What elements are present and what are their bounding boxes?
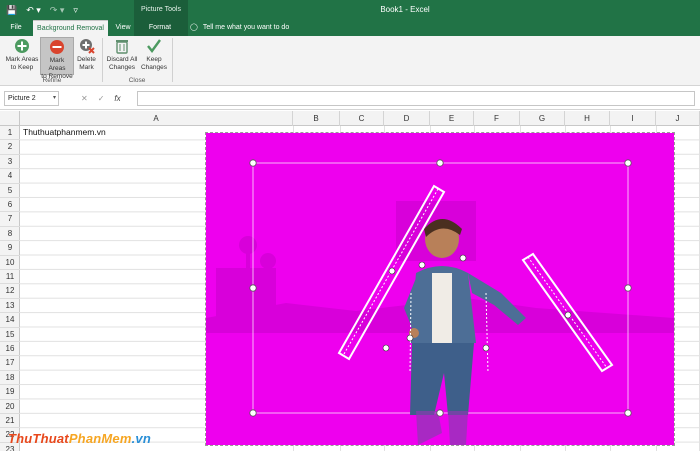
tell-me-box[interactable]: ◯ Tell me what you want to do bbox=[190, 20, 289, 36]
row-header-19[interactable]: 19 bbox=[0, 385, 20, 400]
row-header-5[interactable]: 5 bbox=[0, 184, 20, 198]
delete-mark-button[interactable]: Delete Mark bbox=[75, 37, 98, 75]
row-header-16[interactable]: 16 bbox=[0, 342, 20, 357]
minus-icon bbox=[49, 39, 65, 55]
row-header-14[interactable]: 14 bbox=[0, 313, 20, 328]
ribbon-tabs: File Background Removal View Format ◯ Te… bbox=[0, 20, 700, 36]
selected-picture[interactable] bbox=[205, 132, 675, 446]
column-headers: A B C D E F G H I J bbox=[0, 111, 700, 126]
row-header-15[interactable]: 15 bbox=[0, 328, 20, 342]
mark-areas-to-keep-button[interactable]: Mark Areas to Keep bbox=[4, 37, 40, 75]
row-header-18[interactable]: 18 bbox=[0, 371, 20, 386]
name-box[interactable]: Picture 2 ▾ bbox=[4, 91, 59, 106]
row-header-10[interactable]: 10 bbox=[0, 256, 20, 270]
column-header-d[interactable]: D bbox=[384, 111, 430, 126]
tab-file[interactable]: File bbox=[4, 20, 28, 36]
formula-bar: Picture 2 ▾ ✕ ✓ fx bbox=[0, 87, 700, 110]
column-header-g[interactable]: G bbox=[520, 111, 565, 126]
formula-input[interactable] bbox=[137, 91, 695, 106]
picture-canvas bbox=[206, 159, 674, 445]
row-header-12[interactable]: 12 bbox=[0, 284, 20, 299]
refine-group-label: Refine bbox=[42, 77, 62, 84]
group-divider bbox=[102, 38, 103, 82]
row-header-4[interactable]: 4 bbox=[0, 169, 20, 184]
delete-mark-icon bbox=[79, 38, 95, 54]
row-header-13[interactable]: 13 bbox=[0, 299, 20, 314]
cell-a1[interactable]: Thuthuatphanmem.vn bbox=[23, 127, 106, 137]
row-header-8[interactable]: 8 bbox=[0, 227, 20, 242]
column-header-h[interactable]: H bbox=[565, 111, 610, 126]
row-header-20[interactable]: 20 bbox=[0, 400, 20, 414]
tab-view[interactable]: View bbox=[110, 20, 136, 36]
row-header-3[interactable]: 3 bbox=[0, 155, 20, 170]
row-header-1[interactable]: 1 bbox=[0, 126, 20, 141]
keep-changes-button[interactable]: Keep Changes bbox=[139, 37, 169, 75]
checkmark-icon bbox=[146, 38, 162, 54]
row-header-21[interactable]: 21 bbox=[0, 414, 20, 429]
close-group-label: Close bbox=[128, 77, 146, 84]
insert-function-icon[interactable]: fx bbox=[114, 94, 120, 103]
chevron-down-icon[interactable]: ▾ bbox=[53, 92, 56, 105]
row-headers: 1 2 3 4 5 6 7 8 9 10 11 12 13 14 15 16 17 18 19 20 21 22 23 bbox=[0, 126, 20, 451]
row-header-11[interactable]: 11 bbox=[0, 270, 20, 285]
cancel-icon[interactable]: ✕ bbox=[81, 94, 88, 103]
enter-icon[interactable]: ✓ bbox=[98, 94, 105, 103]
row-header-6[interactable]: 6 bbox=[0, 198, 20, 213]
title-bar: 💾 ↶ ▾ ↷ ▾ ▿ Picture Tools Book1 - Excel bbox=[0, 0, 700, 20]
mark-areas-to-remove-button[interactable]: Mark Areas to Remove bbox=[40, 37, 74, 80]
plus-icon bbox=[14, 38, 30, 54]
row-header-17[interactable]: 17 bbox=[0, 356, 20, 371]
column-header-f[interactable]: F bbox=[474, 111, 520, 126]
tab-format[interactable]: Format bbox=[140, 20, 180, 36]
select-all-corner[interactable] bbox=[0, 111, 20, 126]
column-header-c[interactable]: C bbox=[340, 111, 384, 126]
row-header-9[interactable]: 9 bbox=[0, 241, 20, 256]
group-divider bbox=[172, 38, 173, 82]
trash-icon bbox=[114, 38, 130, 54]
ribbon: Mark Areas to Keep Mark Areas to Remove … bbox=[0, 36, 700, 86]
discard-all-changes-button[interactable]: Discard All Changes bbox=[105, 37, 139, 75]
tab-background-removal[interactable]: Background Removal bbox=[33, 20, 108, 36]
watermark-logo: ThuThuatPhanMem.vn bbox=[8, 431, 152, 446]
tell-me-text: Tell me what you want to do bbox=[202, 24, 290, 31]
column-header-j[interactable]: J bbox=[656, 111, 700, 126]
lightbulb-icon: ◯ bbox=[190, 24, 198, 31]
formula-buttons: ✕ ✓ fx bbox=[76, 91, 136, 106]
column-header-a[interactable]: A bbox=[20, 111, 293, 126]
column-header-e[interactable]: E bbox=[430, 111, 474, 126]
column-header-i[interactable]: I bbox=[610, 111, 656, 126]
column-header-b[interactable]: B bbox=[293, 111, 340, 126]
row-header-2[interactable]: 2 bbox=[0, 140, 20, 155]
window-title: Book1 - Excel bbox=[380, 5, 430, 14]
row-header-7[interactable]: 7 bbox=[0, 212, 20, 227]
